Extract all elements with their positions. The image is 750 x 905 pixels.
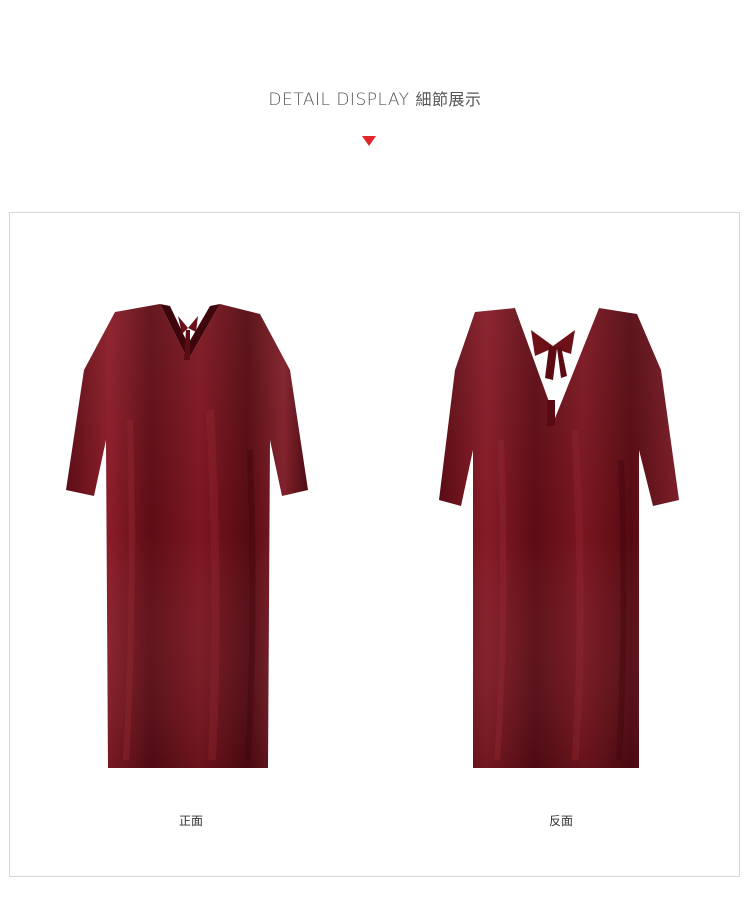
dress-front-image xyxy=(66,304,308,768)
front-caption: 正面 xyxy=(179,814,204,828)
section-title: DETAIL DISPLAY 細節展示 xyxy=(0,86,750,110)
section-title-zh: 細節展示 xyxy=(415,90,482,109)
back-caption: 反面 xyxy=(549,814,574,828)
down-arrow-icon xyxy=(362,136,376,146)
section-title-en: DETAIL DISPLAY xyxy=(268,90,410,110)
dress-back-image xyxy=(439,308,679,768)
